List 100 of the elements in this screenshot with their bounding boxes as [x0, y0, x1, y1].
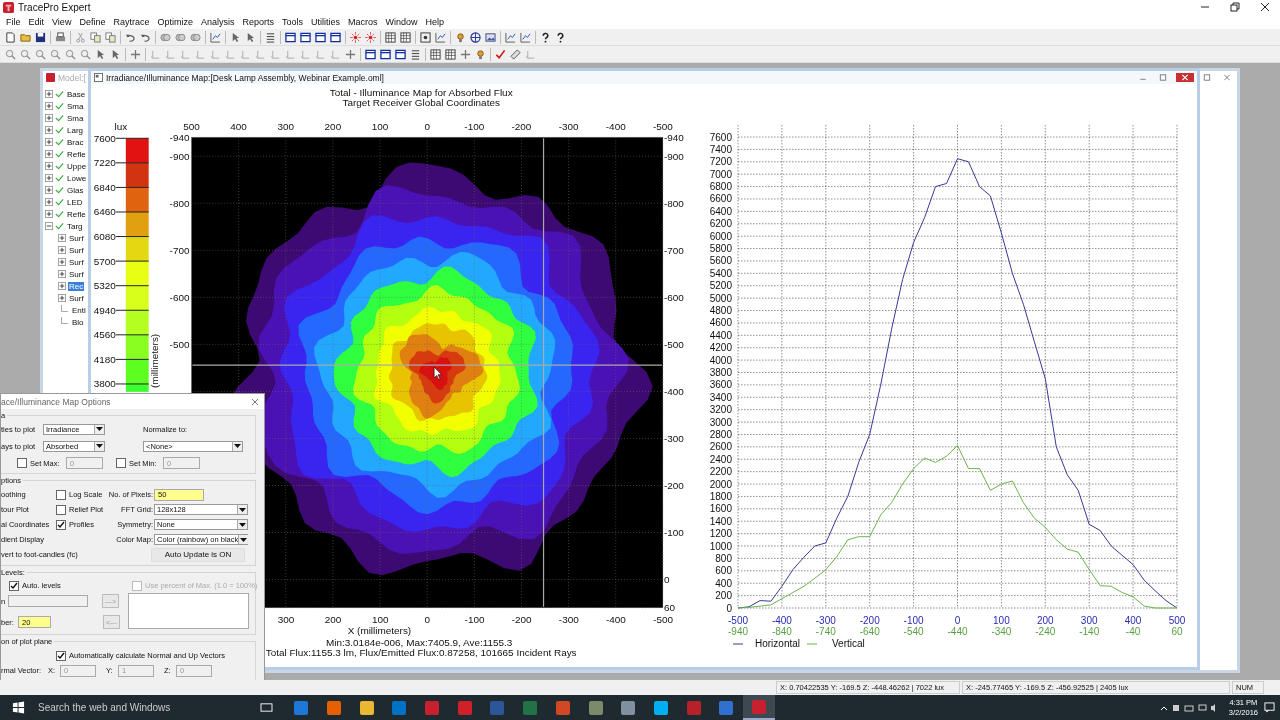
pointer-icon[interactable] [230, 31, 241, 43]
lamp-icon[interactable] [455, 31, 466, 43]
window-icon[interactable] [395, 48, 406, 60]
expand-icon[interactable] [45, 102, 53, 110]
zoom-icon[interactable] [5, 48, 16, 60]
pointer-icon[interactable] [95, 48, 106, 60]
copy-icon[interactable] [90, 31, 101, 43]
tree-item[interactable]: Surf [68, 269, 85, 279]
expand-icon[interactable] [45, 162, 53, 170]
tree-item[interactable]: Blo [71, 317, 85, 327]
expand-icon[interactable] [58, 234, 66, 242]
tree-item[interactable]: Surf [68, 233, 85, 243]
restore-icon[interactable] [1230, 2, 1240, 12]
window-icon[interactable] [380, 48, 391, 60]
menu-item[interactable]: Raytrace [109, 16, 154, 27]
input-field[interactable] [8, 595, 88, 607]
menu-item[interactable]: Optimize [153, 16, 197, 27]
notification-icon[interactable] [1264, 702, 1275, 713]
checkbox[interactable] [9, 580, 19, 591]
list-icon[interactable] [410, 48, 421, 60]
tree-item[interactable]: Uppe [66, 161, 88, 171]
menu-item[interactable]: Edit [24, 16, 49, 27]
tree-item[interactable]: Sma [66, 101, 85, 111]
chart-icon[interactable] [505, 31, 516, 43]
circles-icon[interactable] [160, 31, 171, 43]
checkbox[interactable] [56, 489, 66, 500]
grid-icon[interactable] [400, 31, 411, 43]
auto-update-button[interactable]: Auto Update is ON [151, 547, 245, 562]
ruler-icon[interactable] [510, 48, 521, 60]
tree-item[interactable]: Surf [68, 257, 85, 267]
chart-icon[interactable] [210, 31, 221, 43]
menu-item[interactable]: Window [381, 16, 422, 27]
lamp-icon[interactable] [475, 48, 486, 60]
chart-icon[interactable] [520, 31, 531, 43]
move-icon[interactable] [460, 48, 471, 60]
window-icon[interactable] [330, 31, 341, 43]
target-icon[interactable] [420, 31, 431, 43]
checkbox[interactable] [56, 504, 66, 515]
tree-item[interactable]: Surf [68, 245, 85, 255]
taskbar-button[interactable] [742, 695, 776, 720]
new-file-icon[interactable] [5, 31, 16, 43]
tree-item[interactable]: Base [66, 89, 87, 99]
expand-icon[interactable] [45, 150, 53, 158]
window-icon[interactable] [300, 31, 311, 43]
tree-item[interactable]: Glas [66, 185, 85, 195]
close-icon[interactable] [1260, 2, 1270, 12]
expand-icon[interactable] [45, 198, 53, 206]
menu-item[interactable]: Analysis [196, 16, 239, 27]
tree-item[interactable]: Sma [66, 113, 85, 123]
window-icon[interactable] [315, 31, 326, 43]
burst-icon[interactable] [365, 31, 376, 43]
zoom-icon[interactable] [35, 48, 46, 60]
expand-icon[interactable] [58, 258, 66, 266]
help-icon[interactable] [540, 31, 551, 43]
menu-item[interactable]: Define [75, 16, 110, 27]
expand-icon[interactable] [58, 246, 66, 254]
move-icon[interactable] [130, 48, 141, 60]
search-field[interactable]: Search the web and Windows [38, 702, 260, 713]
crosshair-line[interactable] [542, 137, 545, 608]
zoom-icon[interactable] [20, 48, 31, 60]
expand-icon[interactable] [45, 186, 53, 194]
tree-item[interactable]: Rec [68, 281, 85, 291]
menu-item[interactable]: Reports [238, 16, 278, 27]
tree-item[interactable]: Brac [66, 137, 85, 147]
window-icon[interactable] [365, 48, 376, 60]
list-icon[interactable] [265, 31, 276, 43]
grid-icon[interactable] [445, 48, 456, 60]
start-icon[interactable] [12, 701, 25, 714]
tree-item[interactable]: Lowe [66, 173, 88, 183]
copy-icon[interactable] [105, 31, 116, 43]
expand-icon[interactable] [58, 270, 66, 278]
crosshair-line[interactable] [191, 364, 663, 366]
image-icon[interactable] [485, 31, 496, 43]
tree-item[interactable]: Targ [66, 221, 84, 231]
expand-icon[interactable] [58, 282, 66, 290]
circles-icon[interactable] [175, 31, 186, 43]
checkbox[interactable] [56, 519, 66, 530]
expand-icon[interactable] [45, 90, 53, 98]
expand-icon[interactable] [45, 114, 53, 122]
pointer-icon[interactable] [110, 48, 121, 60]
printer-icon[interactable] [55, 31, 66, 43]
tree-item[interactable]: Refle [66, 209, 87, 219]
tree-item[interactable]: Surf [68, 293, 85, 303]
move-icon[interactable] [345, 48, 356, 60]
pointer-icon[interactable] [245, 31, 256, 43]
help-icon[interactable] [555, 31, 566, 43]
circles-icon[interactable] [190, 31, 201, 43]
tree-item[interactable]: Refle [66, 149, 87, 159]
grid-icon[interactable] [430, 48, 441, 60]
tree-item[interactable]: Larg [66, 125, 84, 135]
zoom-icon[interactable] [65, 48, 76, 60]
globe-icon[interactable] [470, 31, 481, 43]
tree-item[interactable]: LED [66, 197, 84, 207]
menu-item[interactable]: View [48, 16, 76, 27]
menu-item[interactable]: Tools [277, 16, 307, 27]
save-icon[interactable] [35, 31, 46, 43]
burst-icon[interactable] [350, 31, 361, 43]
expand-icon[interactable] [45, 138, 53, 146]
expand-icon[interactable] [45, 126, 53, 134]
tree-item[interactable]: Enti [71, 305, 87, 315]
